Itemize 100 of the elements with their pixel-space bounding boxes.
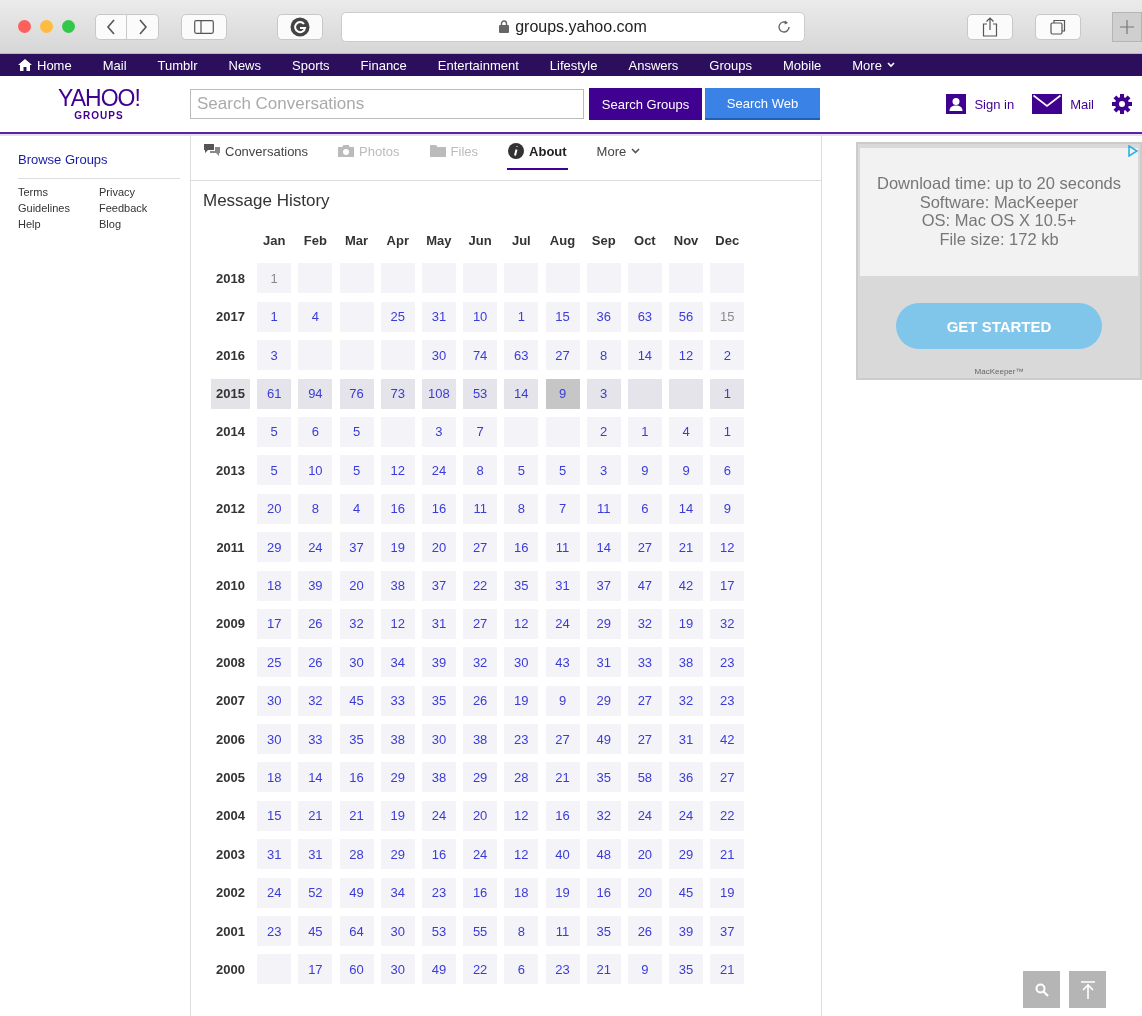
share-button[interactable] xyxy=(967,13,1013,40)
nav-link[interactable]: Lifestyle xyxy=(549,57,598,73)
month-cell[interactable]: 56 xyxy=(669,301,704,332)
month-cell[interactable]: 5 xyxy=(545,455,580,486)
month-cell[interactable]: 16 xyxy=(421,839,456,870)
nav-link[interactable]: Entertainment xyxy=(437,57,519,73)
year-label[interactable]: 2011 xyxy=(211,532,250,563)
month-cell[interactable]: 24 xyxy=(669,800,704,831)
nav-link[interactable]: More xyxy=(852,57,895,73)
month-cell[interactable]: 20 xyxy=(421,532,456,563)
month-cell[interactable]: 21 xyxy=(710,954,745,985)
month-cell[interactable]: 12 xyxy=(504,800,539,831)
month-cell[interactable]: 12 xyxy=(504,608,539,639)
settings-icon[interactable] xyxy=(1112,94,1132,114)
month-cell[interactable]: 33 xyxy=(298,724,333,755)
tabs-overview-button[interactable] xyxy=(1035,13,1081,40)
month-cell[interactable]: 21 xyxy=(545,762,580,793)
month-cell[interactable]: 29 xyxy=(669,839,704,870)
month-cell[interactable]: 3 xyxy=(586,378,621,409)
month-cell[interactable]: 38 xyxy=(421,762,456,793)
month-cell[interactable]: 45 xyxy=(669,877,704,908)
month-cell[interactable]: 26 xyxy=(627,916,662,947)
year-label[interactable]: 2013 xyxy=(211,455,250,486)
year-label[interactable]: 2004 xyxy=(211,800,250,831)
year-label[interactable]: 2003 xyxy=(211,839,250,870)
month-cell[interactable]: 9 xyxy=(627,954,662,985)
month-cell[interactable]: 37 xyxy=(339,532,374,563)
year-label[interactable]: 2008 xyxy=(211,647,250,678)
footer-link[interactable]: Privacy xyxy=(99,186,169,198)
month-cell[interactable]: 28 xyxy=(504,762,539,793)
month-cell[interactable]: 1 xyxy=(710,378,745,409)
month-cell[interactable]: 4 xyxy=(298,301,333,332)
month-cell[interactable]: 29 xyxy=(380,839,415,870)
mail-link[interactable]: Mail xyxy=(1032,94,1094,114)
month-cell[interactable]: 35 xyxy=(504,570,539,601)
month-cell[interactable]: 8 xyxy=(504,493,539,524)
group-tab[interactable]: About xyxy=(507,134,568,170)
search-groups-button[interactable]: Search Groups xyxy=(589,88,702,120)
year-label[interactable]: 2015 xyxy=(211,378,250,409)
month-cell[interactable]: 26 xyxy=(298,608,333,639)
month-cell[interactable]: 37 xyxy=(421,570,456,601)
month-cell[interactable]: 19 xyxy=(710,877,745,908)
month-cell[interactable]: 30 xyxy=(257,685,292,716)
nav-link[interactable]: Mail xyxy=(102,57,127,73)
month-cell[interactable]: 8 xyxy=(586,340,621,371)
month-cell[interactable]: 18 xyxy=(257,762,292,793)
month-cell[interactable]: 24 xyxy=(421,455,456,486)
month-cell[interactable]: 30 xyxy=(421,724,456,755)
month-cell[interactable]: 8 xyxy=(298,493,333,524)
month-cell[interactable]: 5 xyxy=(339,416,374,447)
month-cell[interactable]: 12 xyxy=(669,340,704,371)
nav-link[interactable]: Finance xyxy=(360,57,407,73)
browse-groups-link[interactable]: Browse Groups xyxy=(18,152,180,179)
group-tab[interactable]: More xyxy=(595,134,642,170)
month-cell[interactable]: 3 xyxy=(257,340,292,371)
month-cell[interactable]: 35 xyxy=(586,916,621,947)
month-cell[interactable]: 16 xyxy=(545,800,580,831)
month-cell[interactable]: 38 xyxy=(380,724,415,755)
month-cell[interactable]: 39 xyxy=(298,570,333,601)
month-cell[interactable]: 29 xyxy=(586,685,621,716)
month-cell[interactable]: 12 xyxy=(504,839,539,870)
month-cell[interactable]: 28 xyxy=(339,839,374,870)
month-cell[interactable]: 19 xyxy=(669,608,704,639)
month-cell[interactable]: 16 xyxy=(380,493,415,524)
month-cell[interactable]: 2 xyxy=(710,340,745,371)
month-cell[interactable]: 18 xyxy=(504,877,539,908)
month-cell[interactable]: 64 xyxy=(339,916,374,947)
month-cell[interactable]: 25 xyxy=(380,301,415,332)
year-label[interactable]: 2006 xyxy=(211,724,250,755)
month-cell[interactable]: 30 xyxy=(380,916,415,947)
month-cell[interactable]: 45 xyxy=(298,916,333,947)
month-cell[interactable]: 32 xyxy=(669,685,704,716)
month-cell[interactable]: 11 xyxy=(545,532,580,563)
month-cell[interactable]: 24 xyxy=(545,608,580,639)
month-cell[interactable]: 20 xyxy=(257,493,292,524)
month-cell[interactable]: 30 xyxy=(257,724,292,755)
month-cell[interactable]: 58 xyxy=(627,762,662,793)
month-cell[interactable]: 73 xyxy=(380,378,415,409)
month-cell[interactable]: 19 xyxy=(545,877,580,908)
close-window-button[interactable] xyxy=(18,20,31,33)
month-cell[interactable]: 19 xyxy=(380,532,415,563)
month-cell[interactable]: 30 xyxy=(339,647,374,678)
month-cell[interactable]: 42 xyxy=(669,570,704,601)
month-cell[interactable]: 63 xyxy=(504,340,539,371)
month-cell[interactable]: 21 xyxy=(298,800,333,831)
month-cell[interactable]: 1 xyxy=(627,416,662,447)
month-cell[interactable]: 49 xyxy=(586,724,621,755)
month-cell[interactable]: 1 xyxy=(710,416,745,447)
year-label[interactable]: 2005 xyxy=(211,762,250,793)
month-cell[interactable]: 14 xyxy=(627,340,662,371)
month-cell[interactable]: 14 xyxy=(669,493,704,524)
year-label[interactable]: 2001 xyxy=(211,916,250,947)
month-cell[interactable]: 24 xyxy=(463,839,498,870)
month-cell[interactable]: 5 xyxy=(339,455,374,486)
month-cell[interactable]: 35 xyxy=(421,685,456,716)
month-cell[interactable]: 11 xyxy=(586,493,621,524)
month-cell[interactable]: 21 xyxy=(339,800,374,831)
month-cell[interactable]: 12 xyxy=(710,532,745,563)
month-cell[interactable]: 94 xyxy=(298,378,333,409)
month-cell[interactable]: 32 xyxy=(710,608,745,639)
